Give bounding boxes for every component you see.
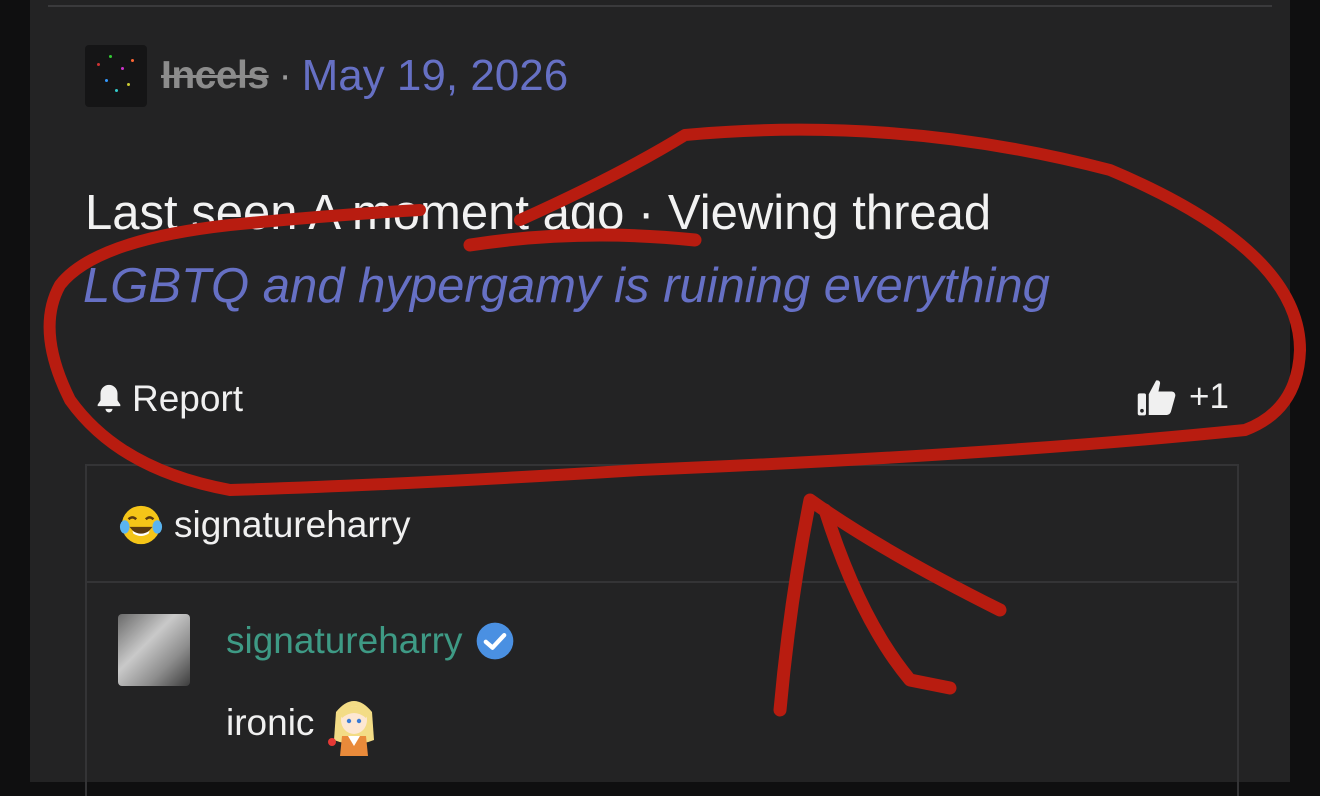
comment-text: ironic [226,702,315,743]
comment-author[interactable]: signatureharry [226,620,463,662]
anime-sticker [328,701,375,756]
like-count: +1 [1189,377,1229,416]
user-avatar[interactable] [85,45,147,107]
report-label: Report [132,378,244,419]
reaction-item[interactable]: signatureharry [118,502,411,548]
last-seen-status: Last seen A moment ago · Viewing thread [85,186,992,240]
post-date[interactable]: May 19, 2026 [302,51,569,101]
divider [48,5,1272,7]
separator: · [278,54,292,97]
comment-avatar[interactable] [118,614,190,686]
crying-laughing-face-icon [119,505,163,545]
post-header: Incels · May 19, 2026 [85,45,568,107]
panel-divider [85,581,1237,583]
comment-author-row: signatureharry [226,620,515,662]
verified-check-icon [476,622,513,660]
thumbs-up-icon [1137,380,1176,416]
report-button[interactable]: Report [92,378,243,420]
thread-link[interactable]: LGBTQ and hypergamy is ruining everythin… [83,258,1050,314]
comment-body: ironic [226,690,382,756]
username[interactable]: Incels [161,54,269,98]
reaction-username[interactable]: signatureharry [174,504,411,546]
bell-icon [97,384,121,413]
like-button[interactable]: +1 [1135,375,1229,419]
